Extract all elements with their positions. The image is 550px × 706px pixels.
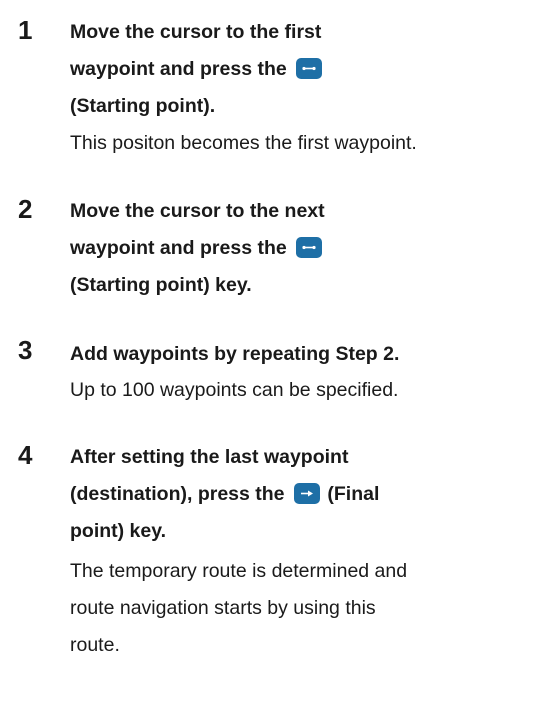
step-instruction-text: (Final — [327, 483, 380, 505]
step-instruction-line: waypoint and press the — [70, 57, 324, 81]
step-instruction-line: Move the cursor to the next — [70, 200, 325, 222]
step-number: 4 — [18, 440, 33, 470]
step-instruction-line: (Starting point). — [70, 95, 216, 117]
step-instruction-line: waypoint and press the — [70, 236, 324, 260]
starting-point-key-icon — [296, 237, 323, 258]
step-note-line: This positon becomes the first waypoint. — [70, 132, 417, 154]
starting-point-key-icon — [296, 58, 323, 79]
step-instruction-line: After setting the last waypoint — [70, 446, 349, 468]
step-note-line: The temporary route is determined and — [70, 560, 408, 582]
step-note-line: route navigation starts by using this — [70, 597, 376, 619]
step-instruction-text: waypoint and press the — [70, 237, 287, 259]
step-note-line: route. — [70, 634, 120, 656]
step-instruction-text: (destination), press the — [70, 483, 285, 505]
step-instruction-line: (destination), press the (Final — [70, 482, 379, 506]
step-number: 3 — [18, 335, 33, 365]
final-point-key-icon — [293, 483, 320, 504]
step-instruction-text: waypoint and press the — [70, 58, 287, 80]
step-instruction-line: (Starting point) key. — [70, 274, 252, 296]
step-number: 1 — [18, 15, 33, 45]
step-instruction-line: Add waypoints by repeating Step 2. — [70, 343, 400, 365]
step-instruction-line: Move the cursor to the first — [70, 21, 322, 43]
step-number: 2 — [18, 194, 33, 224]
step-note-line: Up to 100 waypoints can be specified. — [70, 379, 399, 401]
step-instruction-line: point) key. — [70, 520, 167, 542]
